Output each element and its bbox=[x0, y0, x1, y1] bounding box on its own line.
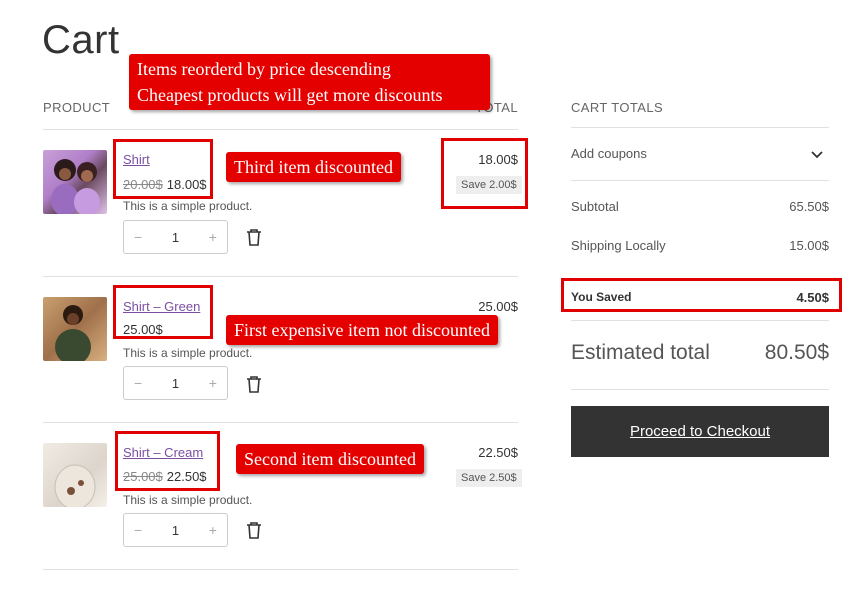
annotation-box bbox=[441, 138, 528, 209]
add-coupons-toggle[interactable]: Add coupons bbox=[571, 146, 647, 161]
annotation-reorder-line2: Cheapest products will get more discount… bbox=[137, 85, 443, 105]
product-description: This is a simple product. bbox=[123, 493, 253, 507]
product-description: This is a simple product. bbox=[123, 199, 253, 213]
row-divider bbox=[43, 422, 518, 423]
totals-divider bbox=[571, 320, 829, 321]
annotation-box bbox=[561, 278, 842, 312]
estimated-total-label: Estimated total bbox=[571, 341, 710, 364]
quantity-value[interactable]: 1 bbox=[172, 376, 179, 391]
product-column-header: PRODUCT bbox=[43, 100, 111, 115]
totals-divider bbox=[571, 389, 829, 390]
quantity-stepper: − 1 + bbox=[123, 220, 228, 254]
proceed-to-checkout-button[interactable]: Proceed to Checkout bbox=[571, 406, 829, 457]
product-thumbnail[interactable] bbox=[43, 150, 107, 214]
annotation-first-item: First expensive item not discounted bbox=[226, 315, 498, 345]
trash-icon[interactable] bbox=[246, 521, 262, 539]
shipping-value: 15.00$ bbox=[789, 238, 829, 253]
estimated-total-value: 80.50$ bbox=[764, 341, 829, 364]
annotation-second-item: Second item discounted bbox=[236, 444, 424, 474]
trash-icon[interactable] bbox=[246, 375, 262, 393]
trash-icon[interactable] bbox=[246, 228, 262, 246]
increase-button[interactable]: + bbox=[209, 375, 217, 391]
page-title: Cart bbox=[42, 18, 120, 62]
decrease-button[interactable]: − bbox=[134, 229, 142, 245]
save-badge: Save 2.50$ bbox=[456, 469, 522, 487]
cart-totals-heading: CART TOTALS bbox=[571, 100, 664, 115]
subtotal-value: 65.50$ bbox=[789, 199, 829, 214]
quantity-value[interactable]: 1 bbox=[172, 523, 179, 538]
subtotal-label: Subtotal bbox=[571, 199, 619, 214]
product-description: This is a simple product. bbox=[123, 346, 253, 360]
line-total: 22.50$ bbox=[478, 445, 518, 460]
product-thumbnail[interactable] bbox=[43, 297, 107, 361]
row-divider bbox=[43, 569, 518, 570]
decrease-button[interactable]: − bbox=[134, 522, 142, 538]
header-divider bbox=[43, 129, 518, 130]
annotation-box bbox=[113, 285, 213, 339]
product-thumbnail[interactable] bbox=[43, 443, 107, 507]
annotation-reorder: Items reorderd by price descending Cheap… bbox=[129, 54, 490, 110]
annotation-reorder-line1: Items reorderd by price descending bbox=[137, 59, 391, 79]
product-image-icon bbox=[54, 464, 96, 507]
line-total: 25.00$ bbox=[478, 299, 518, 314]
quantity-stepper: − 1 + bbox=[123, 513, 228, 547]
totals-divider bbox=[571, 127, 829, 128]
totals-divider bbox=[571, 180, 829, 181]
shipping-label: Shipping Locally bbox=[571, 238, 666, 253]
row-divider bbox=[43, 276, 518, 277]
quantity-value[interactable]: 1 bbox=[172, 230, 179, 245]
annotation-box bbox=[115, 431, 220, 491]
annotation-box bbox=[113, 139, 213, 199]
product-image-icon bbox=[55, 305, 91, 361]
annotation-third-item: Third item discounted bbox=[226, 152, 401, 182]
decrease-button[interactable]: − bbox=[134, 375, 142, 391]
chevron-down-icon[interactable] bbox=[810, 150, 824, 160]
quantity-stepper: − 1 + bbox=[123, 366, 228, 400]
product-image-icon bbox=[51, 159, 100, 214]
increase-button[interactable]: + bbox=[209, 522, 217, 538]
increase-button[interactable]: + bbox=[209, 229, 217, 245]
